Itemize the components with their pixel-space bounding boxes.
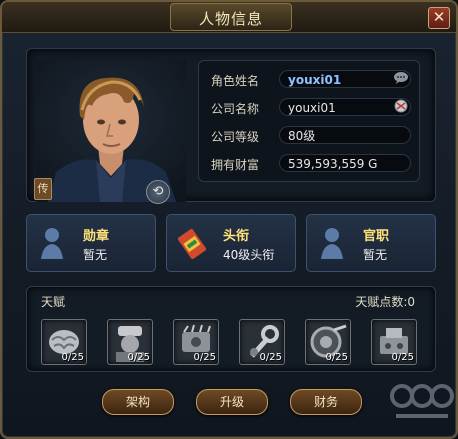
card-value: 暂无: [83, 248, 108, 262]
info-row-wealth: 拥有财富 539,593,559 G: [205, 153, 415, 175]
card-value: 40级头衔: [223, 248, 275, 262]
talent-skill-5[interactable]: 0/25: [305, 319, 351, 365]
talent-label: 天赋: [41, 295, 66, 309]
watermark-logo: [390, 384, 454, 418]
character-info-window: 人物信息 ✕ 传 ⟲ 角色姓名 youxi01 公司名称 youxi01 公司等…: [0, 0, 458, 439]
card-value: 暂无: [363, 248, 388, 262]
window-title: 人物信息: [198, 10, 263, 28]
info-row-character-name: 角色姓名 youxi01: [205, 69, 415, 91]
skill-count: 0/25: [127, 352, 150, 363]
official-position-card[interactable]: 官职 暂无: [306, 214, 436, 272]
title-scroll-icon: [177, 228, 207, 260]
card-title: 勋章: [83, 229, 110, 244]
talent-panel: 天赋 天赋点数:0 0/25 0/25 0/25 0/25 0/25 0/25: [26, 286, 436, 372]
skill-count: 0/25: [259, 352, 282, 363]
close-button[interactable]: ✕: [428, 7, 450, 29]
company-emblem-icon[interactable]: [393, 99, 409, 113]
upgrade-button[interactable]: 升级: [196, 389, 268, 415]
skill-count: 0/25: [391, 352, 414, 363]
portrait-tab[interactable]: 传: [34, 178, 52, 200]
talent-skill-4[interactable]: 0/25: [239, 319, 285, 365]
swap-portrait-icon[interactable]: ⟲: [146, 180, 170, 204]
info-label: 公司等级: [211, 130, 260, 144]
character-details: 角色姓名 youxi01 公司名称 youxi01 公司等级 80级 拥有财富 …: [198, 60, 420, 182]
info-row-company-name: 公司名称 youxi01: [205, 97, 415, 119]
talent-skill-2[interactable]: 0/25: [107, 319, 153, 365]
talent-points: 天赋点数:0: [355, 295, 415, 309]
official-silhouette-icon: [321, 228, 343, 259]
wealth-value: 539,593,559 G: [279, 154, 411, 172]
info-label: 拥有财富: [211, 158, 260, 172]
title-plate: 人物信息: [170, 3, 292, 31]
skill-count: 0/25: [193, 352, 216, 363]
chat-bubble-icon[interactable]: [393, 71, 409, 85]
talent-skill-6[interactable]: 0/25: [371, 319, 417, 365]
title-bar[interactable]: 人物信息 ✕: [2, 2, 456, 33]
skill-count: 0/25: [325, 352, 348, 363]
card-title: 头衔: [223, 229, 250, 244]
skill-count: 0/25: [61, 352, 84, 363]
structure-button[interactable]: 架构: [102, 389, 174, 415]
medal-silhouette-icon: [41, 228, 63, 259]
company-name-value: youxi01: [279, 98, 411, 116]
info-label: 角色姓名: [211, 74, 260, 88]
talent-skill-1[interactable]: 0/25: [41, 319, 87, 365]
talent-skill-3[interactable]: 0/25: [173, 319, 219, 365]
title-card[interactable]: 头衔 40级头衔: [166, 214, 296, 272]
medal-card[interactable]: 勋章 暂无: [26, 214, 156, 272]
info-label: 公司名称: [211, 102, 260, 116]
company-level-value: 80级: [279, 126, 411, 144]
character-name-value: youxi01: [279, 70, 411, 88]
finance-button[interactable]: 财务: [290, 389, 362, 415]
card-title: 官职: [363, 229, 390, 244]
info-row-company-level: 公司等级 80级: [205, 125, 415, 147]
